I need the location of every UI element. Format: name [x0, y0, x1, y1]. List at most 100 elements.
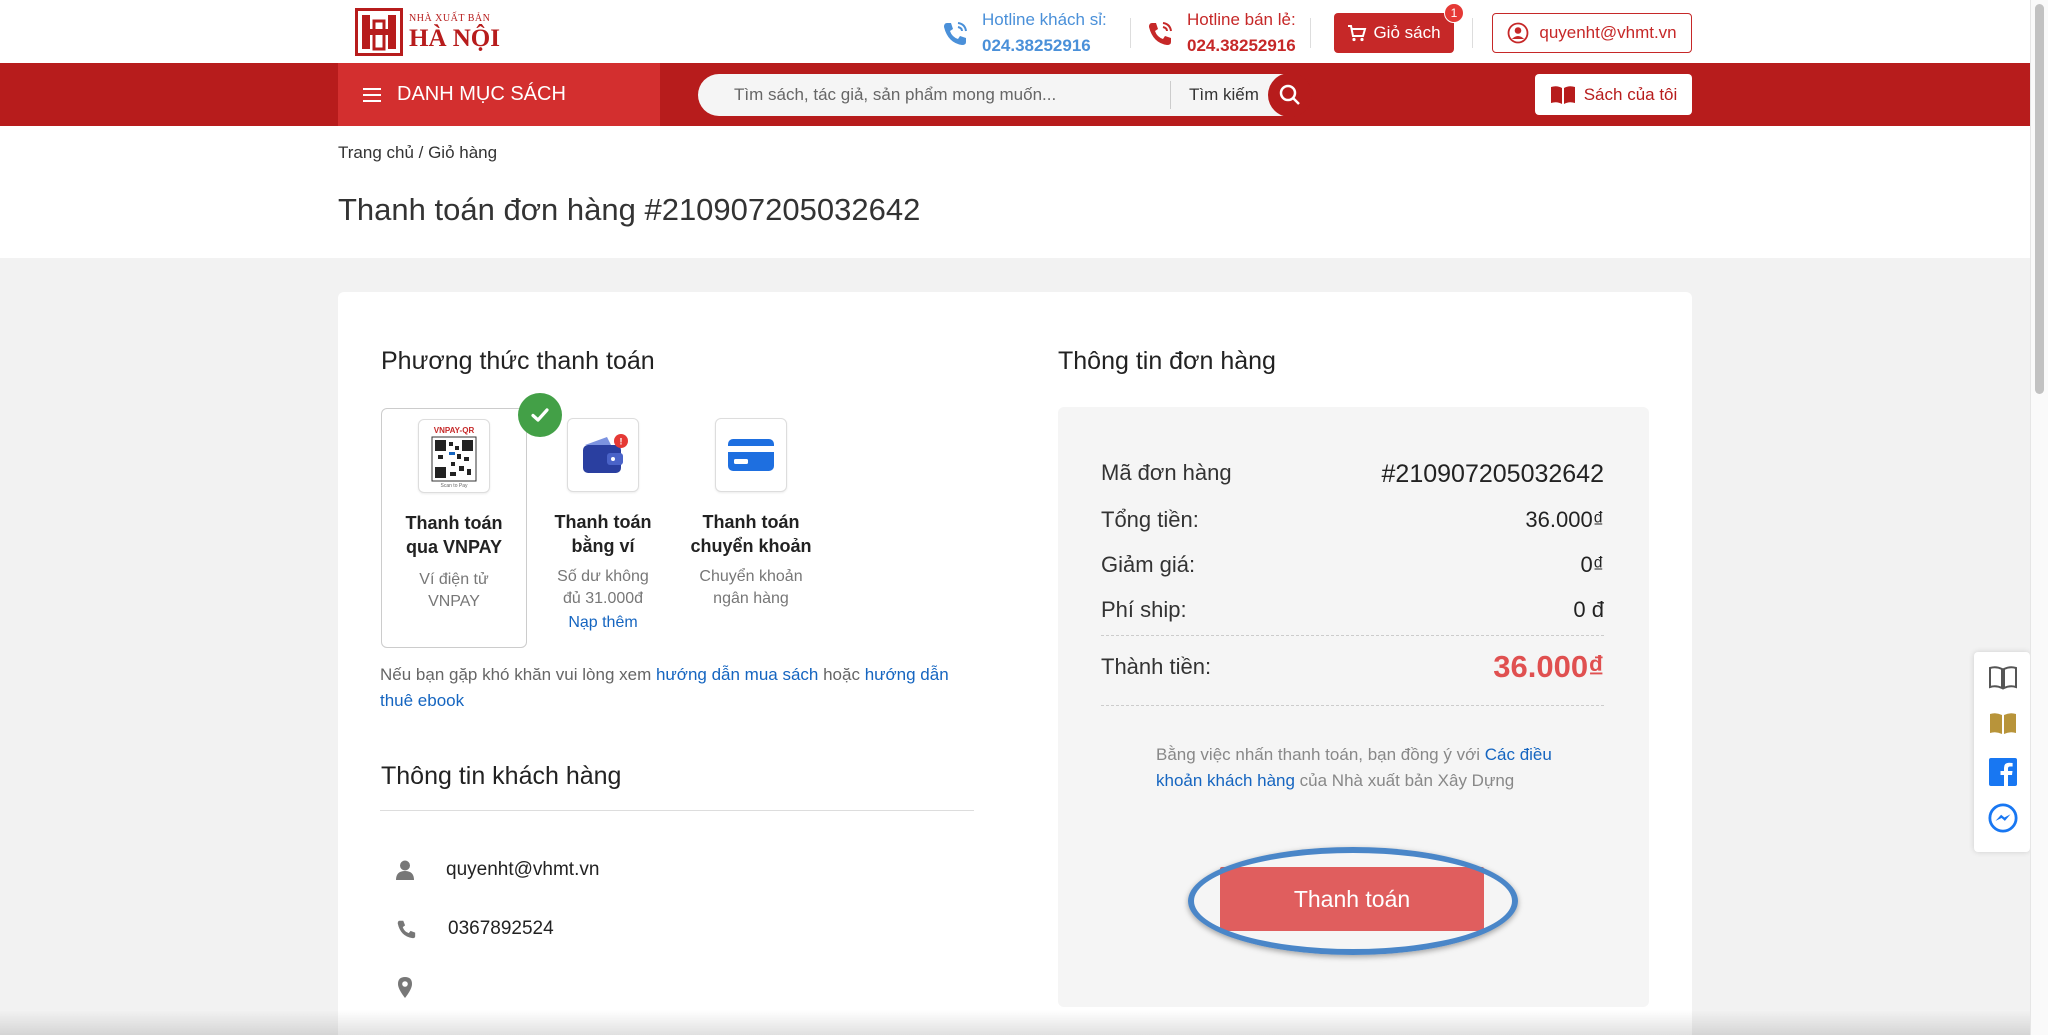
svg-text:VNPAY-QR: VNPAY-QR — [434, 426, 475, 435]
logo-big-text: HÀ NỘI — [409, 24, 500, 52]
location-pin-icon — [398, 977, 412, 998]
payment-option-vnpay[interactable]: VNPAY-QR Scan to Pay Thanh toán qua VNPA… — [381, 393, 562, 648]
hotline-retail[interactable]: Hotline bán lẻ: 024.38252916 — [1145, 7, 1296, 59]
phone-ring-icon — [944, 22, 967, 45]
order-separator — [1101, 705, 1604, 706]
bank-desc-line2: ngân hàng — [713, 590, 789, 607]
order-separator — [1101, 635, 1604, 636]
customer-email-row: quyenht@vhmt.vn — [394, 859, 599, 881]
hotline-wholesale-label: Hotline khách sỉ: — [982, 10, 1107, 29]
vnpay-title-line1: Thanh toán — [405, 513, 503, 533]
customer-email: quyenht@vhmt.vn — [446, 859, 600, 880]
search-input[interactable] — [734, 85, 1164, 105]
order-total-row: Tổng tiền: 36.000₫ — [1101, 507, 1604, 533]
order-code-value: #210907205032642 — [1381, 460, 1604, 488]
messenger-icon[interactable] — [1988, 802, 2018, 834]
cart-icon — [1348, 25, 1367, 42]
breadcrumb[interactable]: Trang chủ / Giỏ hàng — [338, 143, 497, 163]
terms-agreement-text: Bằng việc nhấn thanh toán, bạn đồng ý vớ… — [1156, 742, 1556, 794]
user-circle-icon — [1507, 22, 1529, 44]
order-discount-value: 0₫ — [1580, 552, 1604, 577]
ebook-outline-icon[interactable] — [1988, 662, 2018, 694]
checkout-card: Phương thức thanh toán VNPAY-QR Scan to … — [338, 292, 1692, 1035]
header-divider — [1310, 18, 1311, 48]
wallet-title-line1: Thanh toán — [554, 512, 652, 532]
logo-small-text: NHÀ XUẤT BẢN — [409, 12, 491, 24]
customer-phone: 0367892524 — [448, 918, 554, 939]
header-divider — [1130, 18, 1131, 48]
scrollbar-thumb[interactable] — [2035, 4, 2044, 394]
person-icon — [396, 860, 414, 880]
svg-text:Scan to Pay: Scan to Pay — [441, 483, 468, 488]
hotline-retail-number[interactable]: 024.38252916 — [1187, 33, 1296, 59]
order-total-value: 36.000₫ — [1525, 507, 1604, 532]
wallet-desc-line1: Số dư không — [557, 568, 649, 585]
order-grand-total-label: Thành tiền: — [1101, 654, 1212, 679]
open-book-icon — [1550, 85, 1575, 104]
title-band: Trang chủ / Giỏ hàng Thanh toán đơn hàng… — [0, 126, 2030, 258]
order-grand-total-value: 36.000₫ — [1493, 649, 1604, 684]
bank-title-line2: chuyển khoản — [690, 536, 812, 556]
bank-title-line1: Thanh toán — [702, 512, 800, 532]
wallet-desc-line2: đủ 31.000đ — [562, 590, 644, 607]
payment-option-wallet[interactable]: ! Thanh toán bằng ví Số dư không đủ 31.0… — [530, 408, 676, 632]
my-books-label: Sách của tôi — [1583, 84, 1678, 104]
category-menu-label: DANH MỤC SÁCH — [397, 83, 566, 105]
phone-ring-icon — [1149, 22, 1172, 45]
user-account-button[interactable]: quyenht@vhmt.vn — [1492, 13, 1692, 53]
svg-text:!: ! — [620, 437, 623, 447]
order-grand-total-row: Thành tiền: 36.000₫ — [1101, 649, 1604, 685]
viewport-bottom-shadow — [0, 1010, 2030, 1035]
search-submit-button[interactable] — [1268, 73, 1312, 117]
order-discount-row: Giảm giá: 0₫ — [1101, 552, 1604, 578]
publisher-logo[interactable]: NHÀ XUẤT BẢN HÀ NỘI — [355, 7, 500, 57]
customer-address-row — [394, 976, 446, 1000]
main-navbar: DANH MỤC SÁCH Tìm kiếm Sách của tôi — [0, 63, 2030, 126]
help-text: Nếu bạn gặp khó khăn vui lòng xem hướng … — [380, 662, 970, 714]
search-divider — [1170, 81, 1171, 109]
header-divider — [1472, 18, 1473, 48]
vnpay-qr-icon: VNPAY-QR Scan to Pay — [418, 419, 490, 493]
pay-button[interactable]: Thanh toán — [1220, 867, 1484, 931]
bank-desc-line1: Chuyển khoản — [699, 568, 803, 585]
logo-mark-icon — [355, 8, 403, 56]
vnpay-desc-line2: VNPAY — [428, 593, 480, 610]
hotline-retail-label: Hotline bán lẻ: — [1187, 10, 1296, 29]
category-menu-button[interactable]: DANH MỤC SÁCH — [338, 63, 660, 126]
hotline-wholesale[interactable]: Hotline khách sỉ: 024.38252916 — [940, 7, 1107, 59]
my-books-button[interactable]: Sách của tôi — [1535, 74, 1692, 115]
facebook-icon[interactable] — [1988, 756, 2018, 788]
user-email: quyenht@vhmt.vn — [1539, 23, 1677, 42]
order-code-label: Mã đơn hàng — [1101, 460, 1232, 485]
order-total-label: Tổng tiền: — [1101, 507, 1199, 532]
help-prefix: Nếu bạn gặp khó khăn vui lòng xem — [380, 665, 656, 684]
book-filled-icon[interactable] — [1988, 708, 2018, 740]
floating-widget-bar — [1974, 652, 2030, 852]
customer-phone-row: 0367892524 — [394, 918, 554, 940]
page-title: Thanh toán đơn hàng #210907205032642 — [338, 192, 921, 227]
top-up-link[interactable]: Nạp thêm — [530, 614, 676, 632]
cart-button[interactable]: Giỏ sách 1 — [1334, 3, 1464, 53]
phone-icon — [397, 920, 416, 939]
page-scrollbar[interactable] — [2030, 0, 2048, 1035]
top-header: NHÀ XUẤT BẢN HÀ NỘI Hotline khách sỉ: 02… — [0, 0, 2030, 63]
order-shipping-value: 0 đ — [1573, 597, 1604, 622]
wallet-title-line2: bằng ví — [571, 536, 635, 556]
help-mid: hoặc — [818, 665, 865, 684]
hotline-wholesale-number[interactable]: 024.38252916 — [982, 33, 1107, 59]
order-discount-label: Giảm giá: — [1101, 552, 1196, 577]
agree-prefix: Bằng việc nhấn thanh toán, bạn đồng ý vớ… — [1156, 745, 1485, 764]
search-button[interactable]: Tìm kiếm — [1189, 85, 1259, 105]
agree-suffix: của Nhà xuất bản Xây Dựng — [1294, 771, 1515, 790]
order-shipping-label: Phí ship: — [1101, 597, 1187, 622]
wallet-icon: ! — [567, 418, 639, 492]
order-shipping-row: Phí ship: 0 đ — [1101, 597, 1604, 623]
guide-buy-books-link[interactable]: hướng dẫn mua sách — [656, 665, 818, 684]
cart-count-badge: 1 — [1444, 3, 1464, 23]
payment-method-heading: Phương thức thanh toán — [381, 347, 655, 375]
search-icon — [1279, 84, 1300, 105]
payment-option-bank-transfer[interactable]: Thanh toán chuyển khoản Chuyển khoản ngâ… — [678, 408, 824, 610]
cart-label: Giỏ sách — [1373, 23, 1441, 42]
vnpay-title-line2: qua VNPAY — [405, 537, 503, 557]
vnpay-desc-line1: Ví điện tử — [419, 571, 489, 588]
